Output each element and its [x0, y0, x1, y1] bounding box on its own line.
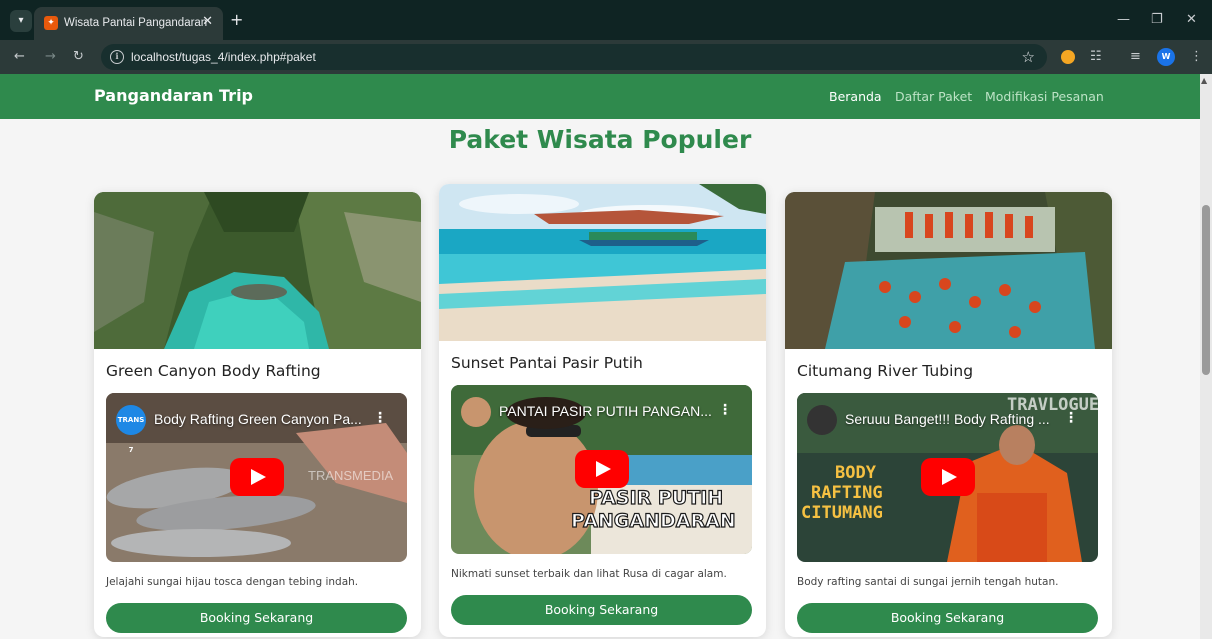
package-card: Green Canyon Body Rafting TRANS 7 Body R…: [94, 192, 421, 637]
card-description: Jelajahi sungai hijau tosca dengan tebin…: [106, 576, 359, 588]
video-more-icon[interactable]: ⋮: [373, 410, 387, 426]
scrollbar-thumb[interactable]: [1202, 205, 1210, 375]
pasir-putih-beach-photo: [439, 184, 766, 341]
video-watermark: TRANSMEDIA: [308, 468, 394, 483]
youtube-video-embed[interactable]: PANTAI PASIR PUTIH PANGAN... ⋮ PASIR PUT…: [451, 385, 752, 554]
browser-tab-bar: ▾ ✦ Wisata Pantai Pangandaran ✕ + — ❐ ✕: [0, 0, 1212, 40]
card-title: Green Canyon Body Rafting: [106, 362, 321, 380]
video-title[interactable]: Body Rafting Green Canyon Pa...: [154, 411, 362, 427]
channel-avatar[interactable]: TRANS 7: [116, 405, 146, 454]
youtube-play-icon[interactable]: [921, 458, 975, 496]
tab-search-chevron-icon[interactable]: ▾: [10, 10, 32, 32]
site-brand[interactable]: Pangandaran Trip: [94, 86, 253, 105]
package-card: Citumang River Tubing Seruuu Banget!!! B…: [785, 192, 1112, 637]
card-description: Nikmati sunset terbaik dan lihat Rusa di…: [451, 568, 727, 580]
scroll-up-arrow-icon[interactable]: ▲: [1201, 76, 1207, 85]
extensions-puzzle-icon[interactable]: ☷: [1090, 49, 1102, 64]
card-description: Body rafting santai di sungai jernih ten…: [797, 576, 1059, 588]
youtube-video-embed[interactable]: Seruuu Banget!!! Body Rafting ... ⋮ TRAV…: [797, 393, 1098, 562]
citumang-river-photo: [785, 192, 1112, 349]
tab-title: Wisata Pantai Pangandaran: [64, 17, 208, 29]
video-title[interactable]: PANTAI PASIR PUTIH PANGAN...: [499, 403, 712, 419]
address-bar: ← → ↻ i localhost/tugas_4/index.php#pake…: [0, 40, 1212, 74]
youtube-play-icon[interactable]: [230, 458, 284, 496]
card-title: Sunset Pantai Pasir Putih: [451, 354, 643, 372]
youtube-video-embed[interactable]: TRANS 7 Body Rafting Green Canyon Pa... …: [106, 393, 407, 562]
channel-avatar[interactable]: [461, 397, 491, 427]
bookmark-star-icon[interactable]: ☆: [1022, 48, 1035, 66]
extension-icon[interactable]: [1061, 50, 1075, 64]
booking-button[interactable]: Booking Sekarang: [106, 603, 407, 633]
video-overlay-line3: CITUMANG: [801, 503, 883, 523]
browser-menu-icon[interactable]: ⋮: [1190, 49, 1203, 64]
video-overlay-line2: RAFTING: [811, 483, 883, 503]
back-icon[interactable]: ←: [14, 49, 25, 64]
video-overlay-line1: BODY: [835, 463, 876, 483]
video-brand: TRAVLOGUE: [1007, 395, 1098, 415]
video-more-icon[interactable]: ⋮: [718, 402, 732, 418]
site-navbar: Pangandaran Trip Beranda Daftar Paket Mo…: [0, 74, 1200, 119]
xampp-favicon-icon: ✦: [44, 16, 58, 30]
video-overlay-line1: PASIR PUTIH: [588, 486, 724, 509]
video-overlay-line2: PANGANDARAN: [570, 509, 736, 532]
restore-icon[interactable]: ❐: [1151, 12, 1163, 27]
booking-button[interactable]: Booking Sekarang: [451, 595, 752, 625]
window-close-icon[interactable]: ✕: [1186, 12, 1197, 27]
minimize-icon[interactable]: —: [1117, 12, 1130, 27]
youtube-play-icon[interactable]: [575, 450, 629, 488]
nav-link-beranda[interactable]: Beranda: [829, 89, 882, 104]
nav-link-modifikasi-pesanan[interactable]: Modifikasi Pesanan: [985, 89, 1104, 104]
nav-link-daftar-paket[interactable]: Daftar Paket: [895, 89, 972, 104]
reload-icon[interactable]: ↻: [73, 49, 84, 64]
forward-icon[interactable]: →: [45, 49, 56, 64]
profile-avatar[interactable]: W: [1157, 48, 1175, 66]
site-info-icon[interactable]: i: [110, 50, 124, 64]
channel-avatar[interactable]: [807, 405, 837, 435]
card-title: Citumang River Tubing: [797, 362, 974, 380]
booking-button[interactable]: Booking Sekarang: [797, 603, 1098, 633]
omnibox[interactable]: i localhost/tugas_4/index.php#paket ☆: [101, 44, 1047, 70]
url-text[interactable]: localhost/tugas_4/index.php#paket: [131, 50, 316, 64]
new-tab-icon[interactable]: +: [230, 12, 243, 28]
browser-tab[interactable]: ✦ Wisata Pantai Pangandaran ✕: [34, 7, 223, 40]
section-title: Paket Wisata Populer: [448, 125, 752, 154]
reading-list-icon[interactable]: ≡: [1130, 49, 1141, 64]
package-card: Sunset Pantai Pasir Putih PANTAI PASIR P…: [439, 184, 766, 637]
green-canyon-photo: [94, 192, 421, 349]
tab-close-icon[interactable]: ✕: [202, 14, 213, 29]
